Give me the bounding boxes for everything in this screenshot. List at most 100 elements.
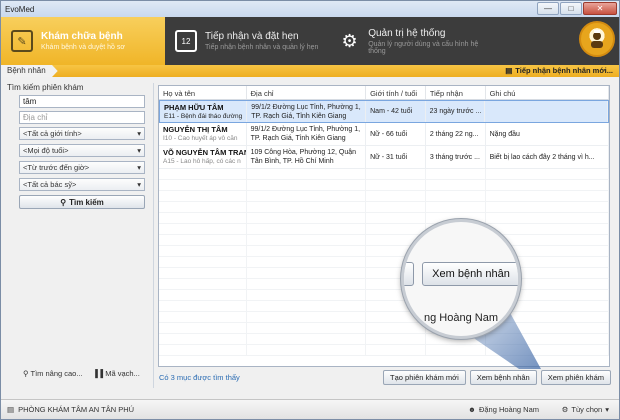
options-menu[interactable]: ⚙ Tùy chọn ▾ <box>562 405 609 414</box>
time-filter[interactable]: <Từ trước đến giờ> ▾ <box>19 161 145 174</box>
column-header[interactable]: Tiếp nhận <box>426 86 486 99</box>
empty-cell <box>426 202 486 213</box>
pane-divider[interactable] <box>153 83 154 388</box>
note-cell: Nặng đầu <box>486 123 609 145</box>
empty-cell <box>159 180 247 191</box>
age-filter[interactable]: <Mọi độ tuổi> ▾ <box>19 144 145 157</box>
table-row[interactable]: NGUYỄN THỊ TÂM I10 - Cao huyết áp vô căn … <box>159 123 609 146</box>
empty-cell <box>247 235 367 246</box>
new-patient-label: Tiếp nhận bệnh nhân mới... <box>515 66 613 75</box>
empty-cell <box>159 257 247 268</box>
table-row[interactable]: PHẠM HỮU TÂM E11 - Bệnh đái tháo đường 99… <box>159 100 609 123</box>
search-icon: ⚲ <box>23 369 29 378</box>
empty-cell <box>159 312 247 323</box>
empty-row <box>159 235 609 246</box>
empty-grid <box>159 169 609 356</box>
window-controls: — □ ✕ <box>537 2 617 15</box>
diagnosis: E11 - Bệnh đái tháo đường <box>164 113 243 120</box>
column-header[interactable]: Địa chỉ <box>247 86 367 99</box>
form-icon: ▤ <box>505 66 513 75</box>
empty-cell <box>486 213 609 224</box>
title-bar: EvoMed — □ ✕ <box>1 1 619 17</box>
chevron-down-icon: ▾ <box>137 180 141 189</box>
gear-icon: ⚙ <box>341 30 358 51</box>
note-cell: Biết bị lao cách đây 2 tháng vì h... <box>486 146 609 168</box>
search-button[interactable]: ⚲ Tìm kiếm <box>19 195 145 209</box>
empty-cell <box>159 323 247 334</box>
search-label: Tìm kiếm phiên khám <box>7 83 84 92</box>
diagnosis: I10 - Cao huyết áp vô căn <box>163 135 238 142</box>
empty-cell <box>247 323 367 334</box>
tab-subtitle: Quản lý người dùng và cấu hình hệ thống <box>368 40 479 55</box>
view-visit-button[interactable]: Xem phiên khám <box>540 370 611 385</box>
empty-row <box>159 224 609 235</box>
barcode-link[interactable]: ▐▐ Mã vạch... <box>93 369 140 378</box>
column-header[interactable]: Họ và tên <box>159 86 247 99</box>
chevron-down-icon: ▾ <box>137 129 141 138</box>
breadcrumb[interactable]: Bệnh nhân <box>1 65 58 77</box>
empty-row <box>159 257 609 268</box>
doctor-filter[interactable]: <Tất cả bác sỹ> ▾ <box>19 178 145 191</box>
empty-cell <box>159 191 247 202</box>
empty-cell <box>426 191 486 202</box>
empty-row <box>159 202 609 213</box>
received-cell: 3 tháng trước ... <box>426 146 486 168</box>
chevron-down-icon: ▾ <box>137 146 141 155</box>
doctor-logo-icon <box>579 21 615 57</box>
table-row[interactable]: VÕ NGUYỄN TÂM TRANG A15 - Lao hô hấp, có … <box>159 146 609 169</box>
tab-quan-tri[interactable]: ⚙ Quản trị hệ thống Quản lý người dùng v… <box>329 17 493 65</box>
empty-row <box>159 246 609 257</box>
empty-row <box>159 323 609 334</box>
new-visit-button[interactable]: Tạo phiên khám mới <box>383 370 466 385</box>
column-header[interactable]: Giới tính / tuổi <box>366 86 426 99</box>
action-buttons: Tạo phiên khám mới Xem bệnh nhân Xem phi… <box>383 370 611 385</box>
chevron-down-icon: ▾ <box>605 405 609 414</box>
time-filter-value: <Từ trước đến giờ> <box>23 163 90 172</box>
empty-cell <box>159 290 247 301</box>
tab-subtitle: Tiếp nhận bệnh nhân và quản lý hẹn <box>205 44 319 51</box>
empty-row <box>159 191 609 202</box>
search-panel: Tìm kiếm phiên khám tâm Địa chỉ <Tất cả … <box>7 83 149 388</box>
patient-table: Họ và tên Địa chỉ Giới tính / tuổi Tiếp … <box>158 85 610 367</box>
empty-cell <box>159 202 247 213</box>
maximize-button[interactable]: □ <box>560 2 582 15</box>
empty-cell <box>247 191 367 202</box>
empty-row <box>159 345 609 356</box>
tab-kham-chua-benh[interactable]: ✎ Khám chữa bệnh Khám bệnh và duyệt hồ s… <box>1 17 165 70</box>
empty-cell <box>159 334 247 345</box>
empty-cell <box>247 301 367 312</box>
gear-icon: ⚙ <box>561 405 569 414</box>
column-header[interactable]: Ghi chú <box>486 86 609 99</box>
age-filter-value: <Mọi độ tuổi> <box>23 146 69 155</box>
address-cell: 99/1/2 Đường Lục Tỉnh, Phường 1, TP. Rạc… <box>247 123 367 145</box>
empty-cell <box>247 213 367 224</box>
tab-title: Quản trị hệ thống <box>368 27 446 39</box>
clinic-icon: ▤ <box>7 405 15 414</box>
options-label: Tùy chọn <box>571 405 603 414</box>
doctor-filter-value: <Tất cả bác sỹ> <box>23 180 77 189</box>
address-input[interactable]: Địa chỉ <box>19 111 145 124</box>
view-patient-button[interactable]: Xem bệnh nhân <box>469 370 537 385</box>
tab-tiep-nhan[interactable]: 12 Tiếp nhận và đặt hẹn Tiếp nhận bệnh n… <box>165 17 329 65</box>
empty-cell <box>247 268 367 279</box>
minimize-button[interactable]: — <box>537 2 559 15</box>
address-cell: 109 Công Hòa, Phường 12, Quận Tân Bình, … <box>247 146 367 168</box>
address-cell: 99/1/2 Đường Lục Tỉnh, Phường 1, TP. Rạc… <box>247 101 367 122</box>
empty-cell <box>426 345 486 356</box>
gender-age-cell: Nữ - 31 tuổi <box>366 146 426 168</box>
empty-cell <box>426 180 486 191</box>
user-menu[interactable]: ☻ Đặng Hoàng Nam <box>468 405 539 414</box>
advanced-search-link[interactable]: ⚲ Tìm nâng cao... <box>23 369 83 378</box>
new-patient-button[interactable]: ▤ Tiếp nhận bệnh nhân mới... <box>505 65 613 77</box>
empty-row <box>159 301 609 312</box>
empty-cell <box>247 290 367 301</box>
search-links: ⚲ Tìm nâng cao... ▐▐ Mã vạch... <box>23 369 140 378</box>
sub-bar: Bệnh nhân ▤ Tiếp nhận bệnh nhân mới... <box>1 65 619 77</box>
gender-filter[interactable]: <Tất cả giới tính> ▾ <box>19 127 145 140</box>
empty-row <box>159 213 609 224</box>
empty-cell <box>486 180 609 191</box>
user-name: Đặng Hoàng Nam <box>478 405 539 414</box>
name-search-input[interactable]: tâm <box>19 95 145 108</box>
empty-cell <box>159 246 247 257</box>
close-button[interactable]: ✕ <box>583 2 617 15</box>
